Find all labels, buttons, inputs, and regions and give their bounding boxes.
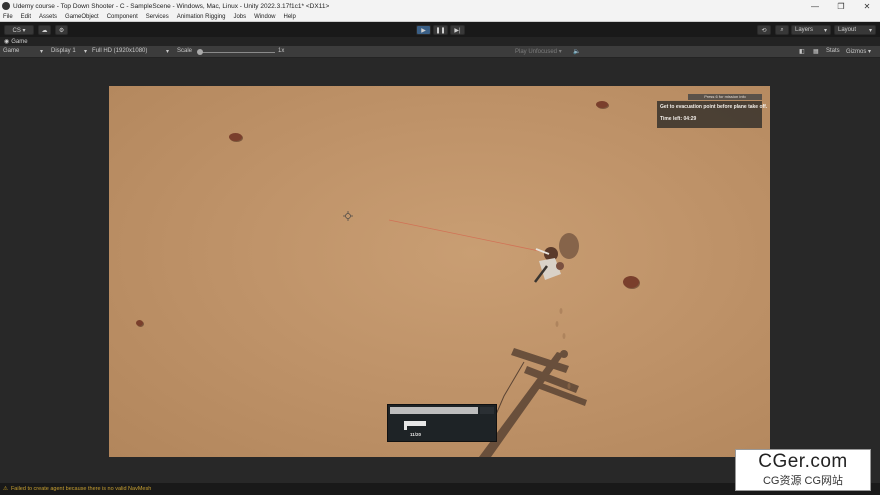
layers-label: Layers — [795, 27, 814, 33]
stats-button[interactable]: Stats — [826, 48, 840, 54]
main-toolbar: CS ▾ ☁ ⚙ ▶ ❚❚ ▶| ⟲ ⌕ Layers ▾ Layout ▾ — [0, 22, 880, 37]
menu-jobs[interactable]: Jobs — [233, 14, 246, 20]
resolution-label: Full HD (1920x1080) — [92, 48, 148, 54]
scale-slider-track[interactable] — [199, 52, 275, 53]
chevron-down-icon: ▾ — [868, 27, 872, 34]
gizmos-dropdown[interactable]: Gizmos ▾ — [846, 48, 871, 55]
grid-icon[interactable]: ▦ — [813, 48, 819, 55]
game-view-toolbar: Game ▾ Display 1 ▾ Full HD (1920x1080) ▾ Sc… — [0, 46, 880, 58]
tab-bar: ◉ Game — [0, 37, 880, 46]
player-character — [534, 247, 564, 283]
chevron-down-icon: ▾ — [166, 49, 170, 55]
menu-component[interactable]: Component — [107, 14, 138, 20]
search-icon[interactable]: ⌕ — [775, 25, 789, 35]
display-label: Display 1 — [51, 48, 76, 54]
tab-game-label: Game — [11, 38, 28, 45]
health-bar-end — [480, 407, 494, 414]
unity-logo-icon — [2, 2, 10, 10]
rock — [136, 320, 143, 326]
mission-timer: Time left: 04:29 — [660, 116, 697, 122]
scale-label: Scale — [177, 48, 193, 54]
menu-bar: File Edit Assets GameObject Component Se… — [0, 12, 880, 22]
title-bar: Udemy course - Top Down Shooter - C - Sa… — [0, 0, 880, 12]
footprints — [555, 308, 571, 389]
rock — [596, 101, 608, 108]
rock — [229, 133, 242, 141]
menu-services[interactable]: Services — [146, 14, 169, 20]
status-message: Failed to create agent because there is … — [10, 486, 152, 492]
chevron-down-icon: ▾ — [84, 49, 88, 55]
settings-gear-icon[interactable]: ⚙ — [55, 25, 68, 35]
play-button[interactable]: ▶ — [416, 25, 431, 35]
crosshair-icon — [343, 211, 353, 221]
menu-edit[interactable]: Edit — [21, 14, 31, 20]
rock — [623, 276, 639, 288]
warning-icon: ⚠ — [3, 486, 8, 492]
aim-laser — [388, 219, 545, 253]
restore-button[interactable]: ❐ — [828, 2, 854, 11]
menu-help[interactable]: Help — [284, 14, 296, 20]
window-title: Udemy course - Top Down Shooter - C - Sa… — [13, 2, 330, 10]
layout-dropdown[interactable]: Layout ▾ — [834, 25, 876, 35]
mute-audio-icon[interactable]: 🔈 — [573, 48, 580, 55]
pistol-icon — [404, 421, 426, 430]
watermark-logo: CGer.com CG资源 CG网站 — [735, 449, 871, 491]
resolution-dropdown[interactable]: Full HD (1920x1080) ▾ — [92, 48, 172, 55]
scale-value: 1x — [278, 48, 285, 54]
health-bar — [390, 407, 478, 414]
gizmos-label: Gizmos — [846, 49, 867, 55]
close-button[interactable]: ✕ — [854, 2, 880, 11]
display-dropdown[interactable]: Display 1 ▾ — [51, 48, 89, 55]
scene-graphics — [343, 211, 587, 457]
menu-gameobject[interactable]: GameObject — [65, 14, 99, 20]
view-label: Game — [3, 48, 20, 54]
scale-slider-handle[interactable] — [197, 49, 203, 55]
watermark-main: CGer.com — [758, 451, 848, 472]
mission-info-panel: Press 6 for mission info Get to evacuati… — [657, 94, 768, 129]
chevron-down-icon: ▾ — [40, 49, 44, 55]
minimize-button[interactable]: — — [802, 2, 828, 11]
step-button[interactable]: ▶| — [450, 25, 465, 35]
player-shadow — [559, 233, 579, 259]
menu-assets[interactable]: Assets — [39, 14, 57, 20]
menu-animation-rigging[interactable]: Animation Rigging — [177, 14, 226, 20]
chevron-down-icon: ▾ — [823, 27, 827, 34]
play-focus-label: Play Unfocused — [515, 49, 558, 55]
weapon-panel: 11/20 — [387, 404, 497, 442]
menu-file[interactable]: File — [3, 14, 13, 20]
layers-dropdown[interactable]: Layers ▾ — [791, 25, 831, 35]
game-viewport[interactable]: Press 6 for mission info Get to evacuati… — [109, 86, 770, 457]
layout-label: Layout — [838, 27, 857, 33]
menu-window[interactable]: Window — [254, 14, 275, 20]
ammo-count: 11/20 — [410, 432, 422, 437]
mission-box: Get to evacuation point before plane tak… — [657, 101, 768, 128]
game-controller-icon: ◉ — [4, 39, 10, 45]
view-dropdown[interactable]: Game ▾ — [3, 48, 45, 55]
frame-debugger-icon[interactable]: ◧ — [799, 48, 805, 55]
watermark-sub: CG资源 CG网站 — [762, 475, 844, 487]
mission-hint: Press 6 for mission info — [688, 94, 762, 100]
tab-game[interactable]: ◉ Game — [4, 38, 28, 46]
play-focus-dropdown[interactable]: Play Unfocused ▾ — [515, 48, 562, 55]
mission-objective: Get to evacuation point before plane tak… — [660, 104, 768, 110]
account-dropdown[interactable]: CS ▾ — [4, 25, 34, 35]
history-icon[interactable]: ⟲ — [757, 25, 771, 35]
pause-button[interactable]: ❚❚ — [433, 25, 448, 35]
cloud-icon[interactable]: ☁ — [38, 25, 51, 35]
